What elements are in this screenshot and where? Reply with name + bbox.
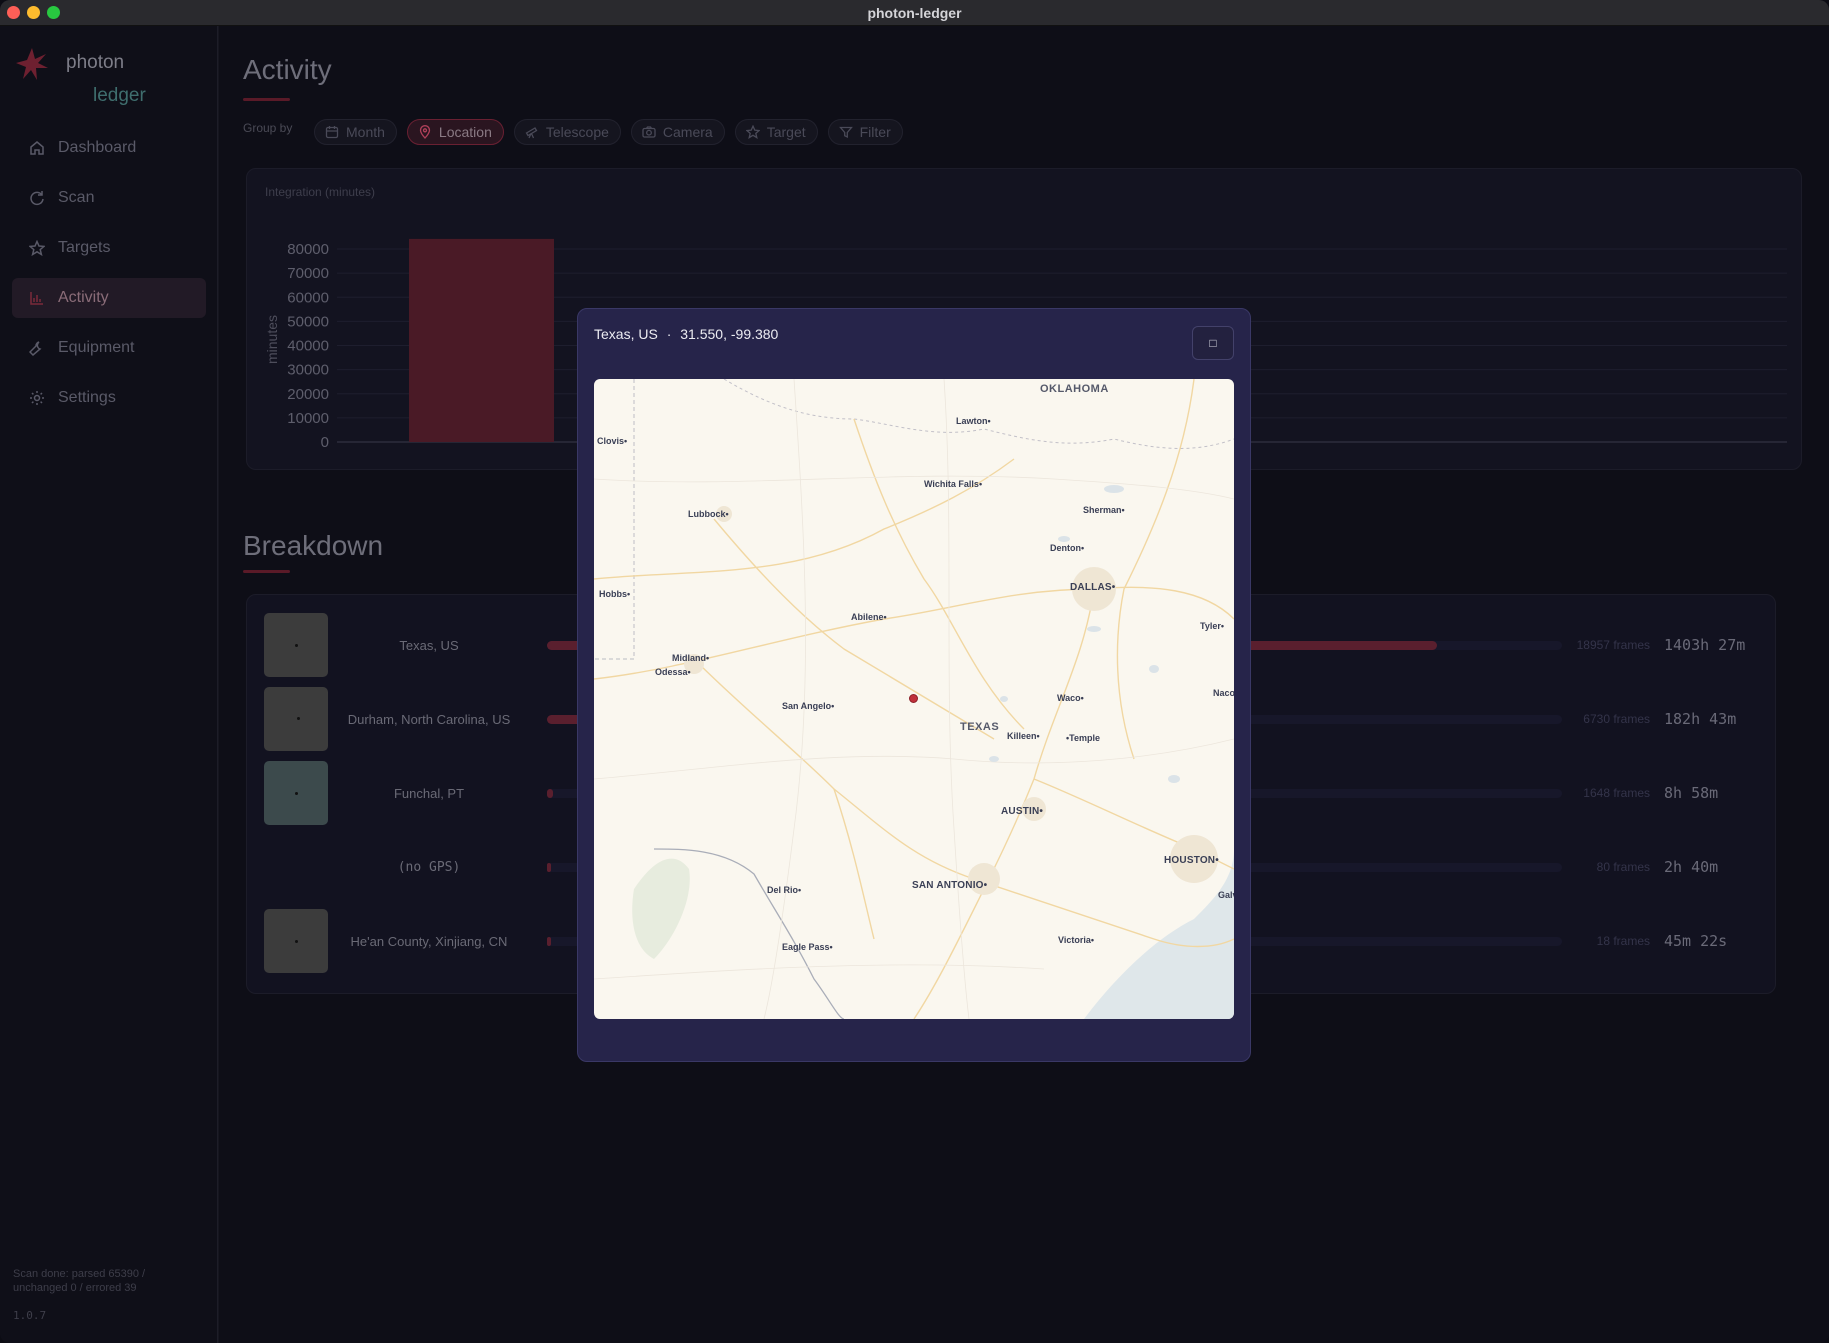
map-label-texas: TEXAS: [960, 721, 1000, 733]
map-label-naco: Naco: [1213, 688, 1234, 698]
dialog-title: Texas, US · 31.550, -99.380: [594, 326, 778, 342]
map-label-lawton: Lawton•: [956, 416, 991, 426]
modal-overlay[interactable]: Texas, US · 31.550, -99.380 □ OKLAHOMA T…: [0, 0, 1829, 1343]
map-label-san-angelo: San Angelo•: [782, 701, 835, 711]
map-label-midland: Midland•: [672, 653, 710, 663]
dialog-separator: ·: [666, 326, 672, 342]
map-label-abilene: Abilene•: [851, 612, 887, 622]
dialog-location: Texas, US: [594, 326, 658, 342]
map-label-denton: Denton•: [1050, 543, 1085, 553]
map-label-waco: Waco•: [1057, 693, 1084, 703]
map-label-hobbs: Hobbs•: [599, 589, 631, 599]
app-window: photon-ledger photon ledger Dashboard Sc…: [0, 0, 1829, 1343]
map-label-sherman: Sherman•: [1083, 505, 1125, 515]
map-label-temple: •Temple: [1066, 733, 1100, 743]
map-label-dallas: DALLAS•: [1070, 582, 1116, 593]
dialog-close-button[interactable]: □: [1192, 326, 1234, 360]
map-label-odessa: Odessa•: [655, 667, 691, 677]
map-label-clovis: Clovis•: [597, 436, 628, 446]
dialog-coordinates: 31.550, -99.380: [680, 326, 779, 342]
map-label-houston: HOUSTON•: [1164, 855, 1219, 866]
location-marker[interactable]: [909, 694, 918, 703]
location-map-dialog: Texas, US · 31.550, -99.380 □ OKLAHOMA T…: [577, 308, 1251, 1062]
map-label-oklahoma: OKLAHOMA: [1040, 383, 1109, 395]
map-label-del-rio: Del Rio•: [767, 885, 802, 895]
map-label-eagle-pass: Eagle Pass•: [782, 942, 833, 952]
map-label-san-antonio: SAN ANTONIO•: [912, 880, 988, 891]
map-label-austin: AUSTIN•: [1001, 806, 1044, 817]
map-label-victoria: Victoria•: [1058, 935, 1095, 945]
map-label-lubbock: Lubbock•: [688, 509, 729, 519]
map-label-killeen: Killeen•: [1007, 731, 1040, 741]
location-map[interactable]: OKLAHOMA TEXAS Lawton• Clovis• Wichita F…: [594, 379, 1234, 1019]
map-label-galv: Galv: [1218, 890, 1234, 900]
map-label-tyler: Tyler•: [1200, 621, 1224, 631]
map-label-wichita-falls: Wichita Falls•: [924, 479, 983, 489]
close-icon: □: [1209, 336, 1217, 350]
